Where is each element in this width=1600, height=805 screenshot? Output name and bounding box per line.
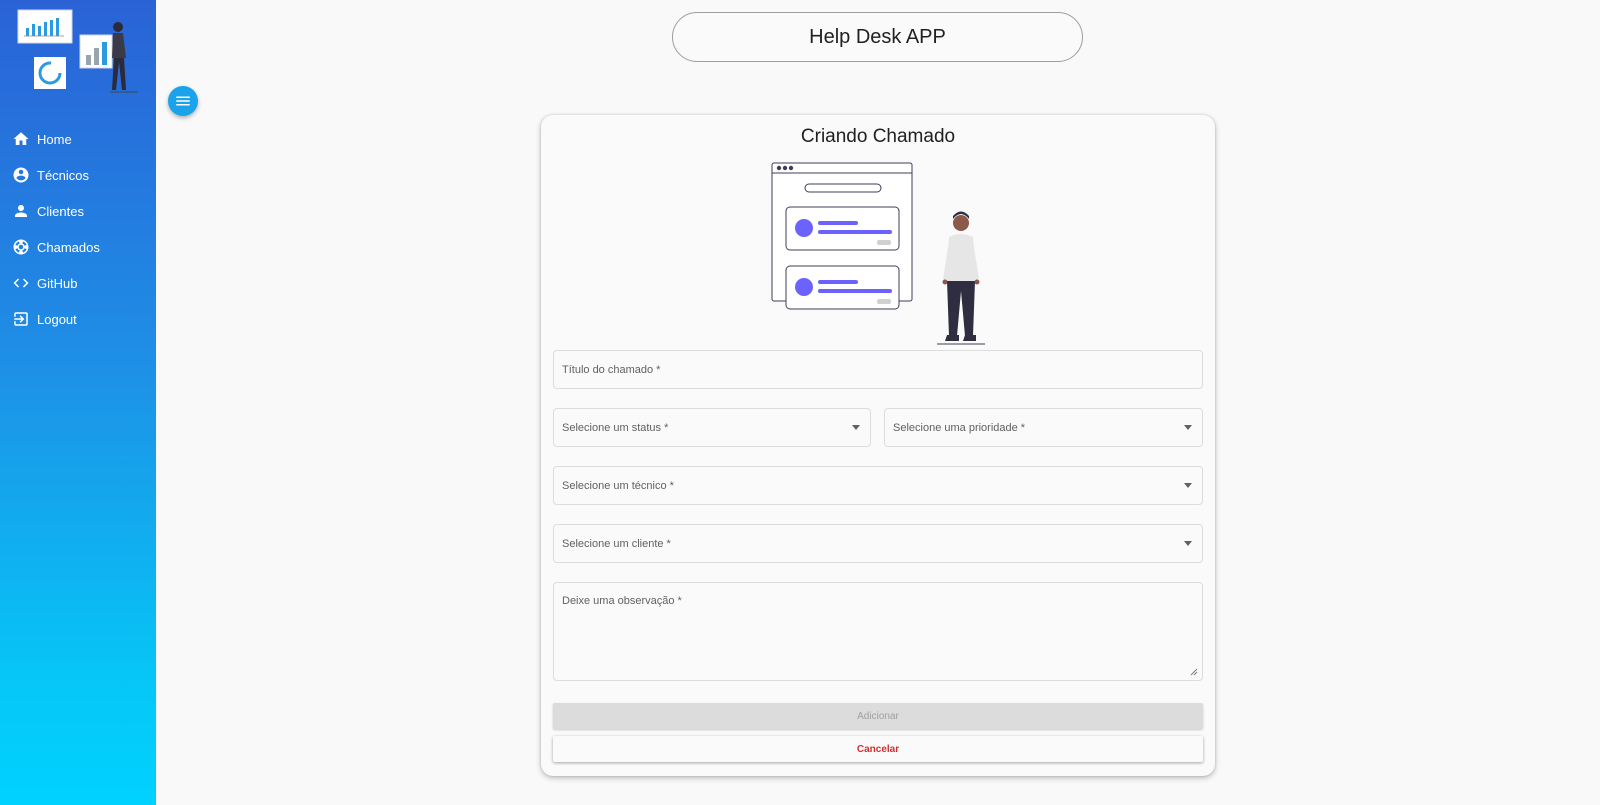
sidebar-item-label: Logout <box>37 311 77 327</box>
sidebar-item-label: Clientes <box>37 203 84 219</box>
account-circle-icon <box>13 167 29 183</box>
chevron-down-icon <box>852 425 860 430</box>
home-icon <box>13 132 29 145</box>
chevron-down-icon <box>1184 425 1192 430</box>
dashboard-illustration-logo <box>17 9 138 93</box>
sidebar-item-chamados[interactable]: Chamados <box>0 229 156 265</box>
ticket-title-field[interactable]: Título do chamado * <box>553 350 1203 389</box>
logout-icon <box>14 312 28 326</box>
client-label: Selecione um cliente * <box>562 538 671 550</box>
technician-select[interactable]: Selecione um técnico * <box>553 466 1203 505</box>
code-icon <box>13 278 29 288</box>
status-label: Selecione um status * <box>562 422 669 434</box>
sidebar-item-logout[interactable]: Logout <box>0 301 156 337</box>
sidebar-item-label: Chamados <box>37 239 100 255</box>
observation-textarea[interactable]: Deixe uma observação * <box>553 582 1203 681</box>
priority-label: Selecione uma prioridade * <box>893 422 1026 434</box>
sidebar-item-label: Técnicos <box>37 167 90 183</box>
sidebar-item-github[interactable]: GitHub <box>0 265 156 301</box>
sidebar: Home Técnicos Clientes Chamados GitHub L… <box>0 0 156 805</box>
add-button[interactable]: Adicionar <box>553 703 1203 729</box>
priority-select[interactable]: Selecione uma prioridade * <box>884 408 1203 447</box>
sidebar-item-label: GitHub <box>37 275 78 291</box>
sidebar-item-label: Home <box>37 131 72 147</box>
sidebar-item-home[interactable]: Home <box>0 121 156 157</box>
observation-label: Deixe uma observação * <box>562 595 682 607</box>
menu-toggle-button[interactable] <box>168 86 198 116</box>
support-icon <box>13 239 29 255</box>
app-title: Help Desk APP <box>672 12 1083 62</box>
menu-icon <box>176 96 190 106</box>
status-select[interactable]: Selecione um status * <box>553 408 871 447</box>
technician-label: Selecione um técnico * <box>562 480 674 492</box>
create-ticket-card: Criando Chamado Título do chamado * Sele… <box>541 115 1215 776</box>
person-icon <box>15 205 27 217</box>
ticket-illustration <box>771 162 985 345</box>
page-title: Criando Chamado <box>800 126 956 147</box>
client-select[interactable]: Selecione um cliente * <box>553 524 1203 563</box>
resize-handle-icon[interactable] <box>1190 668 1198 676</box>
chevron-down-icon <box>1184 541 1192 546</box>
ticket-title-label: Título do chamado * <box>562 364 661 376</box>
sidebar-item-tecnicos[interactable]: Técnicos <box>0 157 156 193</box>
sidebar-item-clientes[interactable]: Clientes <box>0 193 156 229</box>
cancel-button[interactable]: Cancelar <box>553 736 1203 762</box>
chevron-down-icon <box>1184 483 1192 488</box>
sidebar-nav: Home Técnicos Clientes Chamados GitHub L… <box>0 121 156 337</box>
